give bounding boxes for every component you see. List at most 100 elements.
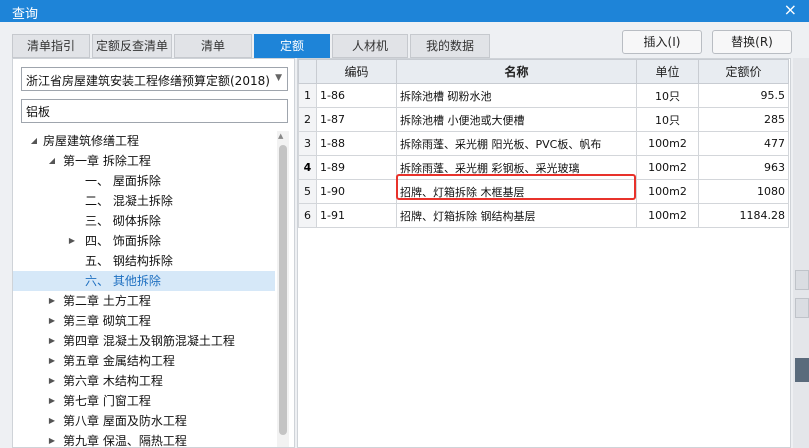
cell-code[interactable]: 1-86: [316, 83, 397, 108]
cell-name[interactable]: 拆除池槽 砌粉水池: [396, 83, 637, 108]
tree-node-chapter[interactable]: ▶ 第七章 门窗工程: [13, 391, 275, 411]
column-header-price[interactable]: 定额价: [698, 59, 789, 84]
table-row[interactable]: 6 1-91 招牌、灯箱拆除 钢结构基层 100m2 1184.28: [298, 203, 789, 228]
tree-node-label: 房屋建筑修缮工程: [43, 134, 140, 148]
tree-node-chapter-1[interactable]: ◢ 第一章 拆除工程: [13, 151, 275, 171]
tree-node-section[interactable]: ▶ 四、 饰面拆除: [13, 231, 275, 251]
tab-bill[interactable]: 清单: [174, 34, 252, 58]
tree-node-chapter[interactable]: ▶ 第三章 砌筑工程: [13, 311, 275, 331]
collapsed-arrow-icon[interactable]: ▶: [47, 331, 57, 351]
tree-node-label: 三、 砌体拆除: [85, 214, 161, 228]
collapsed-arrow-icon[interactable]: ▶: [47, 371, 57, 391]
table-header-row: 编码 名称 单位 定额价: [298, 59, 789, 84]
tree-node-label: 第六章 木结构工程: [63, 374, 163, 388]
table-row[interactable]: 2 1-87 拆除池槽 小便池或大便槽 10只 285: [298, 107, 789, 132]
collapsed-arrow-icon[interactable]: ▶: [47, 411, 57, 431]
table-row[interactable]: 5 1-90 招牌、灯箱拆除 木框基层 100m2 1080: [298, 179, 789, 204]
tab-bill-guide[interactable]: 清单指引: [12, 34, 90, 58]
cell-unit[interactable]: 10只: [636, 107, 699, 132]
tree-scrollbar[interactable]: ▲: [277, 131, 289, 447]
column-header-name[interactable]: 名称: [396, 59, 637, 84]
cell-name[interactable]: 拆除雨蓬、采光棚 彩钢板、采光玻璃: [396, 155, 637, 180]
cell-code[interactable]: 1-90: [316, 179, 397, 204]
cell-name[interactable]: 招牌、灯箱拆除 木框基层: [396, 179, 637, 204]
tree-node-chapter[interactable]: ▶ 第八章 屋面及防水工程: [13, 411, 275, 431]
replace-button[interactable]: 替换(R): [712, 30, 792, 54]
tree-node-section[interactable]: 二、 混凝土拆除: [13, 191, 275, 211]
cell-unit[interactable]: 100m2: [636, 131, 699, 156]
tree-node-selected[interactable]: 六、 其他拆除: [13, 271, 275, 291]
close-icon[interactable]: ×: [784, 1, 797, 19]
quota-results-panel: 编码 名称 单位 定额价 1 1-86 拆除池槽 砌粉水池 10只 95.5 2…: [297, 58, 791, 448]
scrollbar-thumb[interactable]: [279, 145, 287, 435]
tree-node-label: 第八章 屋面及防水工程: [63, 414, 187, 428]
tree-node-chapter[interactable]: ▶ 第五章 金属结构工程: [13, 351, 275, 371]
background-panel-fragment: [795, 298, 809, 318]
tab-quota[interactable]: 定额: [254, 34, 330, 58]
search-input[interactable]: [21, 99, 288, 123]
quota-library-select[interactable]: 浙江省房屋建筑安装工程修缮预算定额(2018) ▼: [21, 67, 288, 91]
chapter-tree: ◢ 房屋建筑修缮工程 ◢ 第一章 拆除工程 一、 屋面拆除 二、 混凝土拆除 三…: [13, 131, 275, 447]
tree-node-root[interactable]: ◢ 房屋建筑修缮工程: [13, 131, 275, 151]
background-panel-fragment: [795, 358, 809, 382]
tree-node-section[interactable]: 一、 屋面拆除: [13, 171, 275, 191]
cell-code[interactable]: 1-91: [316, 203, 397, 228]
cell-name[interactable]: 拆除池槽 小便池或大便槽: [396, 107, 637, 132]
cell-unit[interactable]: 100m2: [636, 179, 699, 204]
cell-code[interactable]: 1-88: [316, 131, 397, 156]
cell-name[interactable]: 招牌、灯箱拆除 钢结构基层: [396, 203, 637, 228]
column-header-code[interactable]: 编码: [316, 59, 397, 84]
cell-price[interactable]: 1080: [698, 179, 789, 204]
tab-my-data[interactable]: 我的数据: [410, 34, 490, 58]
collapsed-arrow-icon[interactable]: ▶: [47, 431, 57, 447]
tree-node-label: 四、 饰面拆除: [85, 234, 161, 248]
cell-name[interactable]: 拆除雨蓬、采光棚 阳光板、PVC板、帆布: [396, 131, 637, 156]
tree-node-label: 第七章 门窗工程: [63, 394, 151, 408]
cell-code[interactable]: 1-89: [316, 155, 397, 180]
column-header-row-number: [298, 59, 317, 84]
cell-unit[interactable]: 100m2: [636, 203, 699, 228]
row-number: 6: [298, 203, 317, 228]
collapsed-arrow-icon[interactable]: ▶: [47, 311, 57, 331]
tab-quota-reverse-lookup[interactable]: 定额反查清单: [92, 34, 172, 58]
cell-code[interactable]: 1-87: [316, 107, 397, 132]
row-number: 3: [298, 131, 317, 156]
scroll-up-icon[interactable]: ▲: [278, 132, 283, 140]
table-row[interactable]: 3 1-88 拆除雨蓬、采光棚 阳光板、PVC板、帆布 100m2 477: [298, 131, 789, 156]
query-window: 清单指引 定额反查清单 清单 定额 人材机 我的数据 插入(I) 替换(R) 浙…: [0, 22, 809, 448]
tree-node-chapter[interactable]: ▶ 第六章 木结构工程: [13, 371, 275, 391]
title-bar: 查询 ×: [0, 0, 809, 22]
tree-node-label: 第三章 砌筑工程: [63, 314, 151, 328]
tree-node-section[interactable]: 三、 砌体拆除: [13, 211, 275, 231]
collapsed-arrow-icon[interactable]: ▶: [47, 351, 57, 371]
tree-node-label: 第四章 混凝土及钢筋混凝土工程: [63, 334, 235, 348]
tree-node-section[interactable]: 五、 钢结构拆除: [13, 251, 275, 271]
collapsed-arrow-icon[interactable]: ▶: [47, 291, 57, 311]
collapsed-arrow-icon[interactable]: ▶: [47, 391, 57, 411]
cell-price[interactable]: 1184.28: [698, 203, 789, 228]
tree-node-chapter[interactable]: ▶ 第四章 混凝土及钢筋混凝土工程: [13, 331, 275, 351]
expanded-arrow-icon[interactable]: ◢: [47, 151, 57, 171]
tree-node-label: 五、 钢结构拆除: [85, 254, 173, 268]
tree-node-label: 二、 混凝土拆除: [85, 194, 173, 208]
cell-price[interactable]: 963: [698, 155, 789, 180]
table-row-current[interactable]: 4 1-89 拆除雨蓬、采光棚 彩钢板、采光玻璃 100m2 963: [298, 155, 789, 180]
tab-labor-material-machine[interactable]: 人材机: [332, 34, 408, 58]
tree-node-label: 第九章 保温、隔热工程: [63, 434, 187, 447]
cell-price[interactable]: 285: [698, 107, 789, 132]
cell-unit[interactable]: 100m2: [636, 155, 699, 180]
cell-price[interactable]: 95.5: [698, 83, 789, 108]
collapsed-arrow-icon[interactable]: ▶: [67, 231, 77, 251]
tree-node-label: 第五章 金属结构工程: [63, 354, 175, 368]
column-header-unit[interactable]: 单位: [636, 59, 699, 84]
cell-unit[interactable]: 10只: [636, 83, 699, 108]
row-number: 5: [298, 179, 317, 204]
tree-node-label: 六、 其他拆除: [85, 274, 161, 288]
expanded-arrow-icon[interactable]: ◢: [29, 131, 39, 151]
tree-node-chapter[interactable]: ▶ 第二章 土方工程: [13, 291, 275, 311]
cell-price[interactable]: 477: [698, 131, 789, 156]
tree-node-chapter[interactable]: ▶ 第九章 保温、隔热工程: [13, 431, 275, 447]
table-row[interactable]: 1 1-86 拆除池槽 砌粉水池 10只 95.5: [298, 83, 789, 108]
quota-library-value: 浙江省房屋建筑安装工程修缮预算定额(2018): [26, 74, 270, 88]
insert-button[interactable]: 插入(I): [622, 30, 702, 54]
